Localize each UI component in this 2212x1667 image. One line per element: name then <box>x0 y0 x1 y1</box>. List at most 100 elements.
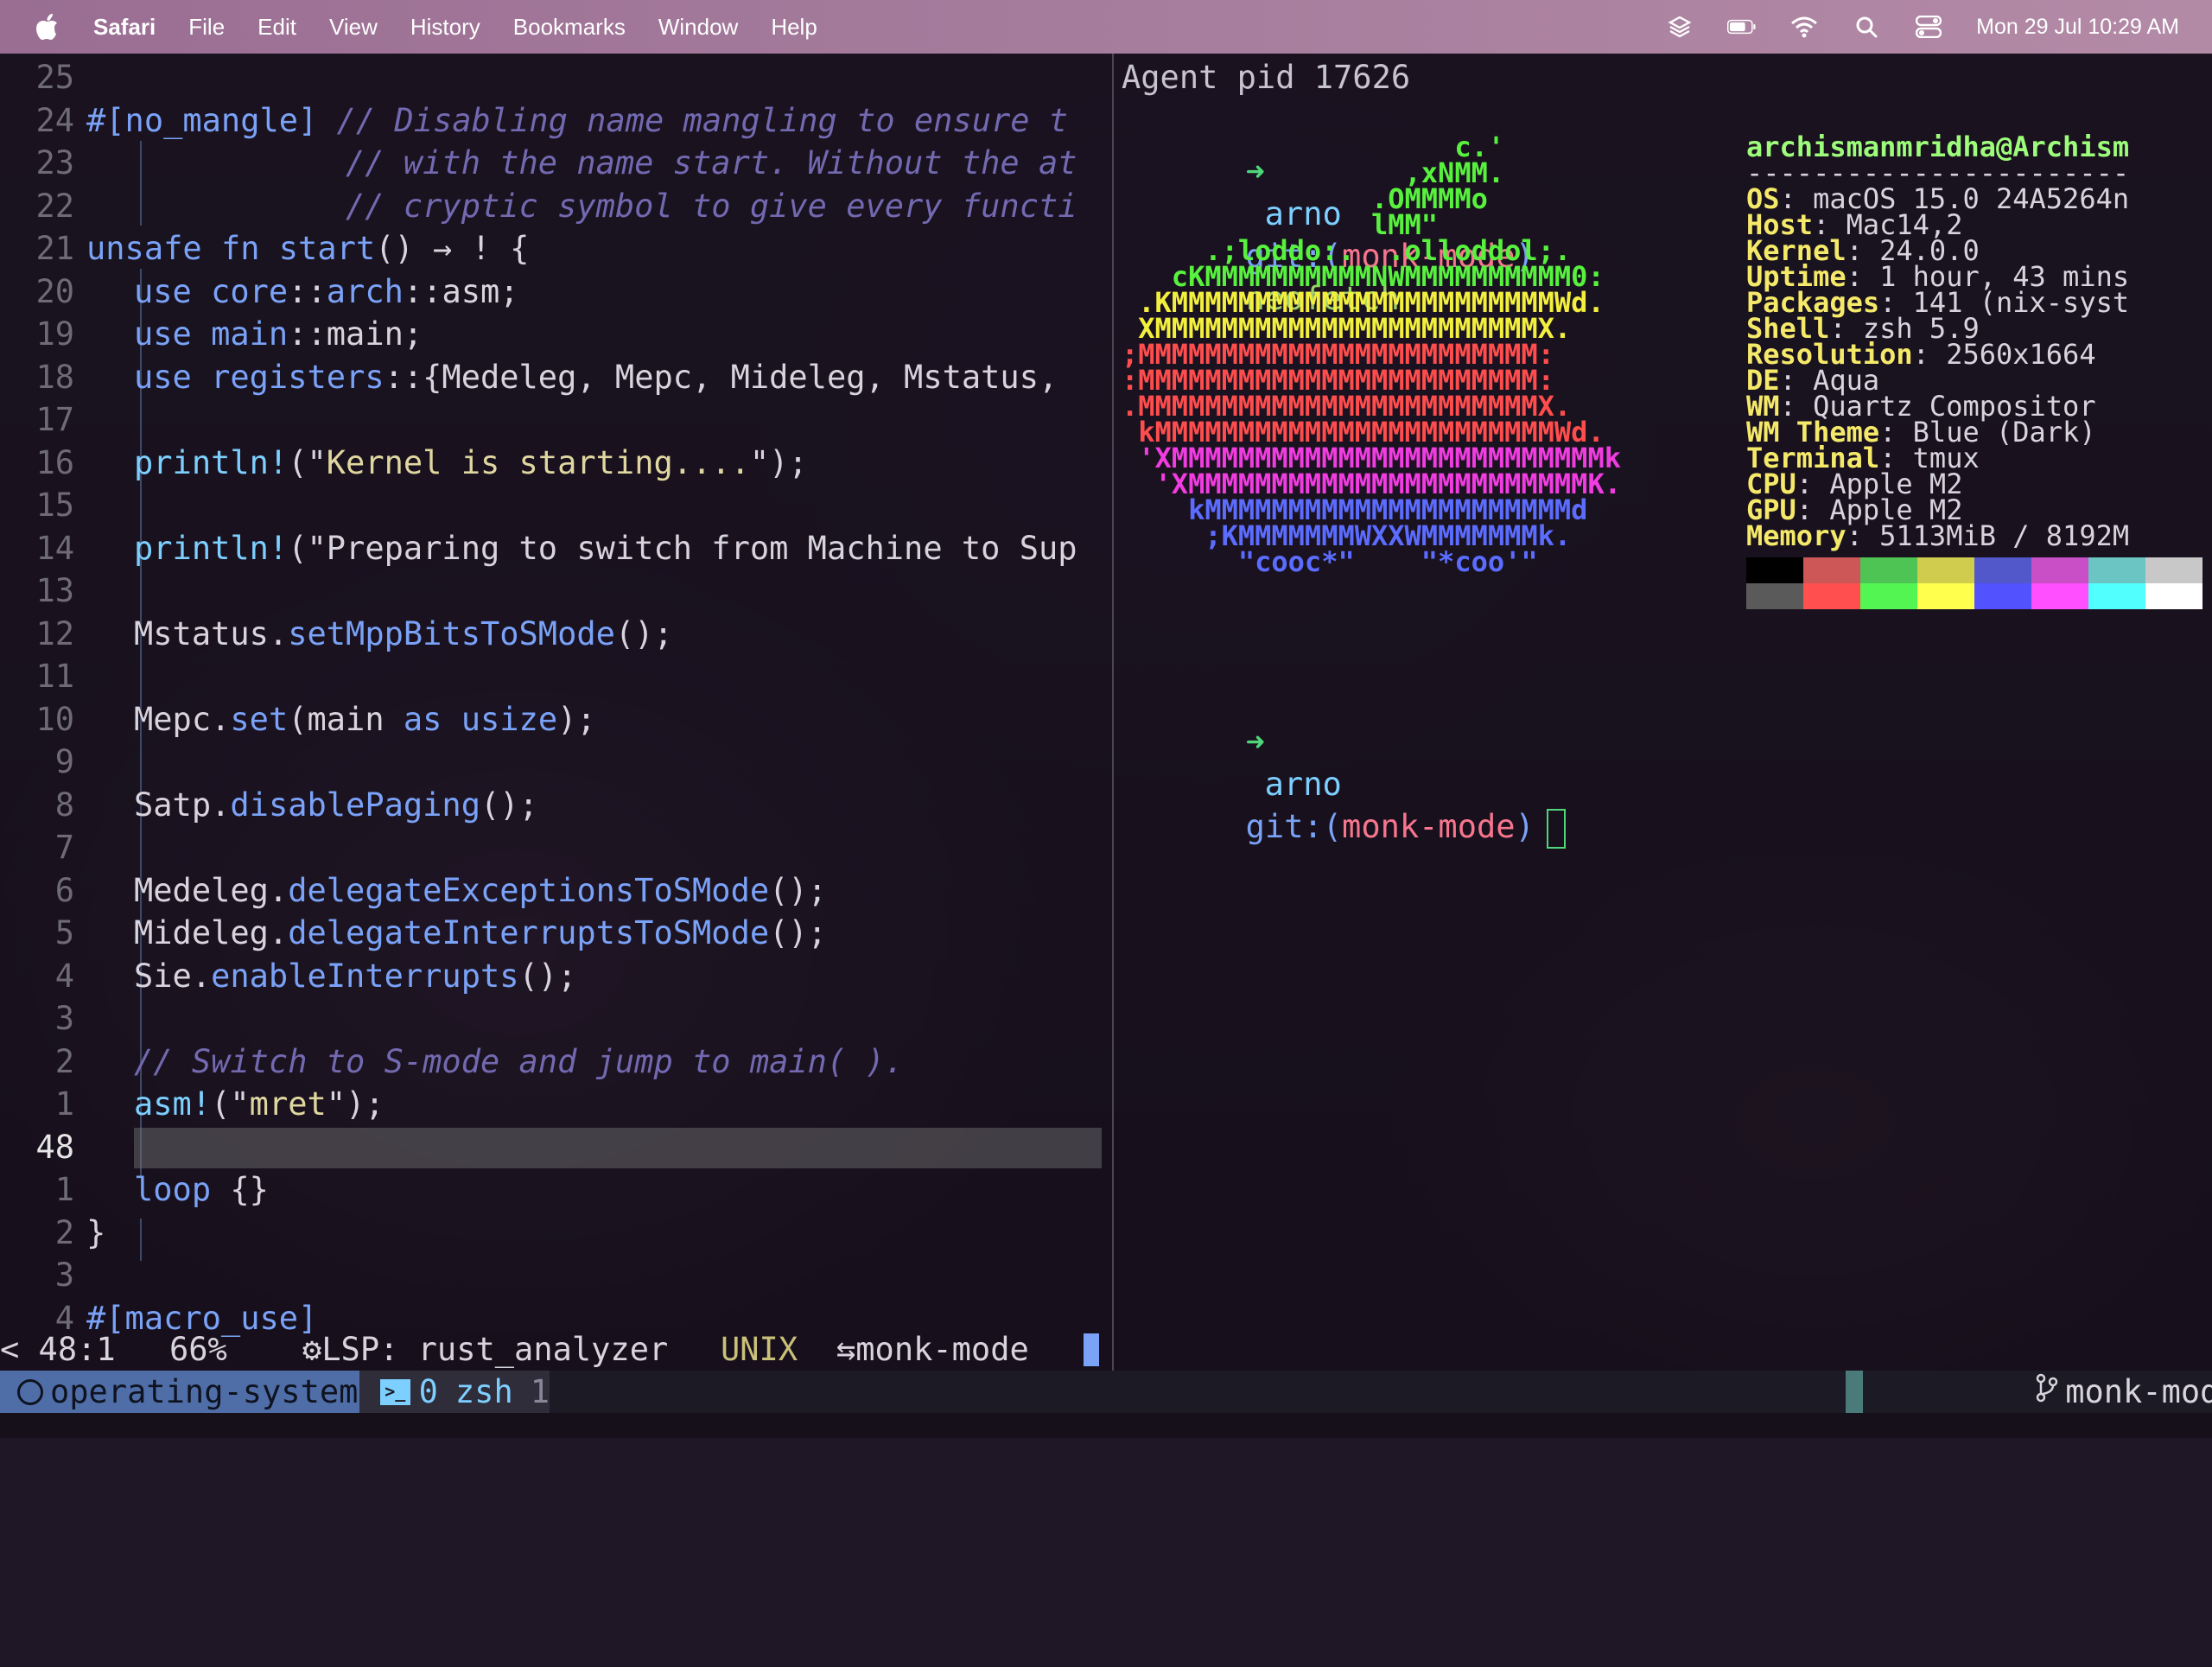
info-row: Memory: 5113MiB / 8192M <box>1746 522 2129 550</box>
editor-line[interactable]: 6 Medeleg.delegateExceptionsToSMode(); <box>0 869 1110 912</box>
editor-line[interactable]: 3 <box>0 997 1110 1040</box>
editor-line[interactable]: 1 loop {} <box>0 1168 1110 1211</box>
menu-view[interactable]: View <box>329 14 378 41</box>
editor-line[interactable]: 20 use core::arch::asm; <box>0 270 1110 313</box>
git-compare-icon: ⇆ <box>836 1331 856 1368</box>
tmux-session[interactable]: operating-system <box>0 1371 359 1413</box>
editor-line[interactable]: 18 use registers::{Medeleg, Mepc, Mideleg… <box>0 356 1110 398</box>
editor-line[interactable]: 5 Mideleg.delegateInterruptsToSMode(); <box>0 912 1110 954</box>
editor-line[interactable]: 12 Mstatus.setMppBitsToSMode(); <box>0 613 1110 655</box>
line-number: 2 <box>54 1042 74 1080</box>
gears-icon: ⚙ <box>302 1331 322 1368</box>
code-text: unsafe fn start() → ! { <box>86 230 530 267</box>
pane-divider[interactable] <box>1112 54 1114 1384</box>
editor-line[interactable]: 10 Mepc.set(main as usize); <box>0 698 1110 741</box>
menu-window[interactable]: Window <box>658 14 738 41</box>
editor-line[interactable]: 14 println!("Preparing to switch from Mac… <box>0 527 1110 569</box>
info-colon: : <box>1846 519 1880 552</box>
line-number: 48 <box>35 1128 74 1166</box>
line-number: 20 <box>35 272 74 310</box>
info-value: 5113MiB / 8192M <box>1879 519 2130 552</box>
line-number: 5 <box>54 914 74 951</box>
palette-swatch <box>2145 583 2202 609</box>
editor-line[interactable]: 13 <box>0 569 1110 612</box>
tmux-window-tab[interactable]: >_ 0 zsh 1 <box>359 1371 550 1413</box>
line-number: 14 <box>35 529 74 567</box>
editor-line[interactable]: 9 <box>0 741 1110 783</box>
menu-bookmarks[interactable]: Bookmarks <box>513 14 626 41</box>
editor-line[interactable]: 17 <box>0 398 1110 441</box>
editor-line[interactable]: 23 // with the name start. Without the a… <box>0 142 1110 184</box>
editor-line[interactable]: 21 unsafe fn start() → ! { <box>0 227 1110 270</box>
line-number: 19 <box>35 315 74 353</box>
editor-line[interactable]: 1 asm!("mret"); <box>0 1083 1110 1125</box>
line-number: 13 <box>35 572 74 609</box>
code-text: Medeleg.delegateExceptionsToSMode(); <box>134 871 827 909</box>
code-text: Satp.disablePaging(); <box>134 786 538 824</box>
search-icon[interactable] <box>1852 14 1881 40</box>
code-text: asm!("mret"); <box>134 1085 385 1123</box>
code-text: // Switch to S-mode and jump to main( ). <box>134 1042 905 1080</box>
editor-line[interactable]: 15 <box>0 484 1110 526</box>
shell-pane[interactable]: Agent pid 17626 ➜ arno git:(monk-mode) n… <box>1122 56 2212 1318</box>
editor-line[interactable]: 19 use main::main; <box>0 313 1110 355</box>
palette-swatch <box>1974 583 2031 609</box>
palette-swatch <box>1860 583 1917 609</box>
editor-line[interactable]: 24 #[no_mangle] // Disabling name manglin… <box>0 99 1110 142</box>
line-number: 25 <box>35 59 74 96</box>
editor-pane[interactable]: 25 24 #[no_mangle] // Disabling name mangl… <box>0 56 1110 1361</box>
palette-swatch <box>2031 557 2088 583</box>
palette-swatch <box>2145 557 2202 583</box>
github-icon[interactable] <box>2146 1378 2176 1407</box>
line-number: 8 <box>54 786 74 824</box>
battery-icon[interactable] <box>1727 14 1757 40</box>
prompt-line-current[interactable]: ➜ arno git:(monk-mode) <box>1130 678 1566 891</box>
code-text: // with the name start. Without the at <box>134 144 1077 181</box>
line-number: 4 <box>54 957 74 995</box>
palette-swatch <box>2088 557 2145 583</box>
editor-status-line: < 48:1 66% ⚙LSP: rust_analyzer UNIX ⇆mon… <box>0 1328 1110 1371</box>
scroll-percent: 66% <box>169 1331 227 1368</box>
code-text: // cryptic symbol to give every functi <box>134 187 1077 225</box>
line-number: 17 <box>35 401 74 438</box>
line-number: 7 <box>54 829 74 866</box>
agent-pid-line: Agent pid 17626 <box>1122 59 1411 96</box>
layers-status-icon[interactable] <box>1665 14 1694 40</box>
line-number: 21 <box>35 230 74 267</box>
menu-file[interactable]: File <box>188 14 225 41</box>
prompt-user: arno <box>1264 766 1342 803</box>
editor-line[interactable]: 3 <box>0 1254 1110 1296</box>
menu-history[interactable]: History <box>410 14 480 41</box>
line-number: 22 <box>35 187 74 225</box>
editor-line[interactable]: 11 <box>0 655 1110 697</box>
menu-clock[interactable]: Mon 29 Jul 10:29 AM <box>1976 15 2179 40</box>
apple-menu-icon[interactable] <box>35 12 60 41</box>
line-number: 23 <box>35 144 74 181</box>
menu-app-safari[interactable]: Safari <box>93 14 156 41</box>
editor-line[interactable]: 8 Satp.disablePaging(); <box>0 784 1110 826</box>
editor-line[interactable]: 7 <box>0 826 1110 868</box>
editor-line[interactable]: 16 println!("Kernel is starting...."); <box>0 442 1110 484</box>
editor-line[interactable]: 2 // Switch to S-mode and jump to main( )… <box>0 1040 1110 1083</box>
lsp-label: LSP: rust_analyzer <box>321 1331 669 1368</box>
palette-swatch <box>1917 557 1974 583</box>
editor-line[interactable]: 4 Sie.enableInterrupts(); <box>0 955 1110 997</box>
prompt-branch: monk-mode <box>1342 808 1516 845</box>
prompt-git-suffix: ) <box>1515 808 1535 845</box>
code-text: println!("Kernel is starting...."); <box>134 443 808 481</box>
line-number: 12 <box>35 614 74 652</box>
tmux-branch-label: monk-mode <box>2065 1373 2212 1410</box>
window-bottom-edge <box>0 1413 2212 1438</box>
editor-line[interactable]: 2} <box>0 1212 1110 1254</box>
wifi-icon[interactable] <box>1789 14 1819 40</box>
code-text: Mstatus.setMppBitsToSMode(); <box>134 614 673 652</box>
menu-edit[interactable]: Edit <box>257 14 296 41</box>
menu-help[interactable]: Help <box>771 14 817 41</box>
line-number: 10 <box>35 700 74 738</box>
control-center-icon[interactable] <box>1914 14 1943 40</box>
editor-line[interactable]: 22 // cryptic symbol to give every funct… <box>0 185 1110 227</box>
editor-line[interactable]: 25 <box>0 56 1110 99</box>
code-text: use main::main; <box>134 315 423 353</box>
editor-cursor-line[interactable]: 48 <box>0 1126 1110 1168</box>
session-circle-icon <box>17 1378 43 1405</box>
